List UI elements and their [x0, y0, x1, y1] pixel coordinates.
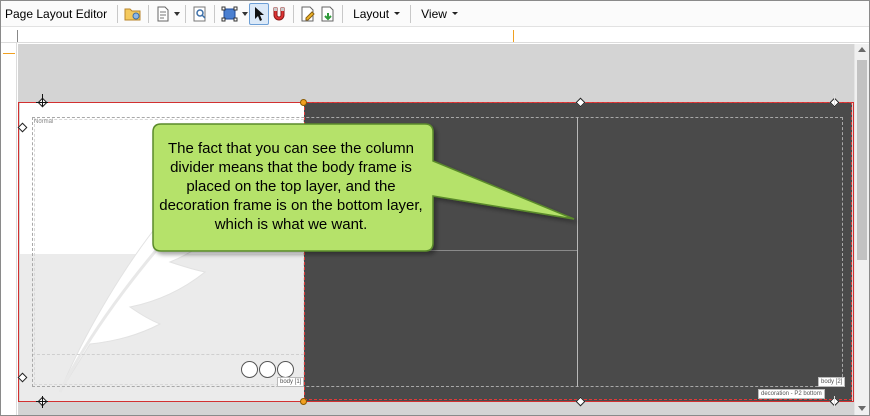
column-divider	[577, 117, 578, 387]
editor-title: Page Layout Editor	[5, 6, 108, 21]
vertical-scrollbar[interactable]	[854, 44, 869, 415]
edit-page-icon	[301, 6, 315, 21]
crop-mark	[42, 396, 43, 408]
toolbar-separator	[214, 4, 216, 23]
pointer-button[interactable]	[249, 2, 270, 25]
crop-mark	[834, 396, 835, 408]
save-page-button[interactable]	[318, 3, 338, 25]
magnet-button[interactable]	[269, 3, 289, 25]
layout-menu[interactable]: Layout	[347, 3, 406, 25]
page-properties-button[interactable]	[153, 3, 173, 25]
open-folder-button[interactable]	[122, 3, 144, 25]
toolbar-separator	[117, 4, 119, 23]
style-label: Normal	[34, 119, 54, 125]
body-frame-label: body [1]	[277, 377, 305, 387]
page-properties-icon	[157, 6, 169, 21]
chevron-down-icon	[174, 11, 181, 16]
toolbar-separator	[293, 4, 295, 23]
edit-page-button[interactable]	[298, 3, 318, 25]
ruler-marker	[17, 30, 18, 42]
toolbar-separator	[185, 4, 187, 23]
toolbar-separator	[410, 4, 412, 23]
toolbar: Page Layout Editor Layout View	[1, 1, 869, 27]
placeholder-circle	[277, 361, 294, 378]
vertical-ruler	[1, 43, 17, 415]
row-divider	[318, 250, 577, 251]
resize-handle[interactable]	[300, 398, 307, 405]
body-frame[interactable]	[32, 117, 843, 387]
callout-text: The fact that you can see the column div…	[159, 140, 423, 233]
scrollbar-thumb[interactable]	[857, 60, 867, 260]
save-page-icon	[321, 6, 334, 21]
ruler-marker	[3, 53, 15, 54]
layout-menu-label: Layout	[353, 6, 390, 21]
horizontal-ruler	[1, 28, 869, 43]
frame-select-icon	[221, 6, 238, 21]
zoom-icon	[193, 6, 206, 21]
open-folder-icon	[124, 8, 141, 20]
page-layout-editor-window: Page Layout Editor Layout View Normal bo…	[0, 0, 870, 416]
magnet-icon	[273, 7, 285, 20]
decoration-frame-label: decoration - P2 bottom	[758, 389, 825, 399]
crop-mark	[42, 94, 43, 106]
frame-select-dropdown[interactable]	[241, 3, 249, 25]
crop-mark	[834, 94, 835, 106]
toolbar-separator	[148, 4, 150, 23]
placeholder-circle	[241, 361, 258, 378]
page-properties-dropdown[interactable]	[173, 3, 181, 25]
scroll-down-icon[interactable]	[858, 406, 866, 411]
layout-canvas[interactable]: Normal body [1] body [2] decoration - P2…	[17, 44, 854, 415]
pointer-icon	[255, 6, 265, 21]
resize-handle[interactable]	[300, 99, 307, 106]
placeholder-circle	[259, 361, 276, 378]
chevron-down-icon	[394, 12, 401, 15]
crop-mark	[36, 401, 48, 402]
ruler-marker	[513, 30, 514, 42]
toolbar-separator	[342, 4, 344, 23]
zoom-button[interactable]	[190, 3, 210, 25]
scroll-up-icon[interactable]	[858, 47, 866, 52]
view-menu-label: View	[421, 6, 447, 21]
chevron-down-icon	[242, 11, 249, 16]
body-frame-label-2: body [2]	[818, 377, 846, 387]
chevron-down-icon	[451, 12, 458, 15]
crop-mark	[36, 102, 48, 103]
frame-select-button[interactable]	[219, 3, 241, 25]
view-menu[interactable]: View	[415, 3, 464, 25]
